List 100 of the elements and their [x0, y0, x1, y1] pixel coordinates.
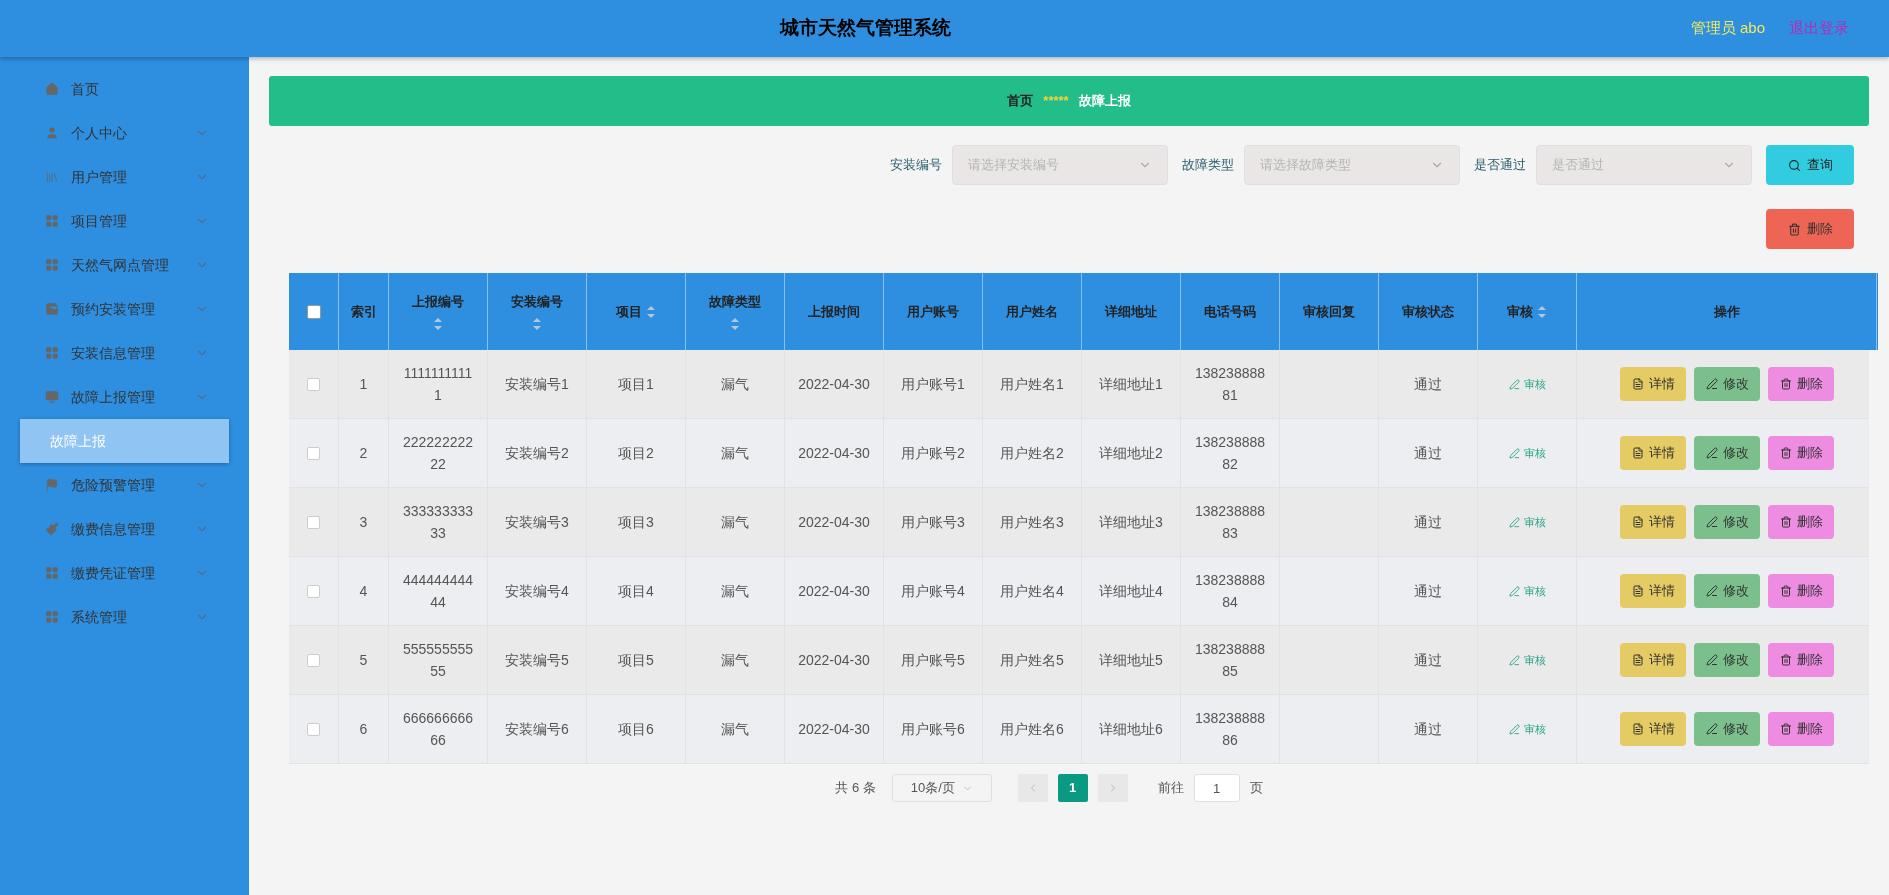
brush-icon — [45, 522, 59, 536]
row-action-button[interactable]: 删除 — [1768, 643, 1834, 677]
row-action-button[interactable]: 删除 — [1768, 712, 1834, 746]
sidebar-item[interactable]: 首页 — [0, 67, 249, 111]
search-button[interactable]: 查询 — [1766, 145, 1854, 185]
row-checkbox[interactable] — [307, 377, 320, 391]
sidebar-item[interactable]: 项目管理 — [0, 199, 249, 243]
app-title: 城市天然气管理系统 — [779, 16, 951, 41]
table-row[interactable]: 4 44444444444 安装编号4 项目4 漏气 2022-04-30 用户账号4 用户姓名4 详细地址4 13823888884 通过 审核 详情 修改 删除 — [289, 557, 1869, 626]
filter-label: 安装编号 — [890, 156, 942, 175]
table-cell-text: 详细地址6 — [1099, 720, 1163, 739]
table-cell-text: 项目3 — [618, 513, 654, 532]
next-page-button[interactable] — [1097, 774, 1128, 802]
delete-button[interactable]: 删除 — [1766, 209, 1854, 249]
prev-page-button[interactable] — [1017, 774, 1048, 802]
row-action-button[interactable]: 删除 — [1768, 574, 1834, 608]
sidebar-item[interactable]: 安装信息管理 — [0, 331, 249, 375]
sidebar-item[interactable]: 天然气网点管理 — [0, 243, 249, 287]
table-row[interactable]: 5 55555555555 安装编号5 项目5 漏气 2022-04-30 用户账号5 用户姓名5 详细地址5 13823888885 通过 审核 详情 修改 删除 — [289, 626, 1869, 695]
table-cell-text: 6 — [359, 720, 368, 739]
row-action-button[interactable]: 修改 — [1694, 574, 1760, 608]
sort-icon[interactable] — [532, 317, 542, 332]
row-action-button[interactable]: 详情 — [1620, 505, 1686, 539]
table-cell-text: 项目6 — [618, 720, 654, 739]
sort-icon[interactable] — [433, 317, 443, 332]
trash-icon — [1779, 723, 1792, 735]
row-action-button[interactable]: 修改 — [1694, 712, 1760, 746]
column-header: 审核回复 — [1303, 302, 1355, 321]
table-cell-text: 66666666666 — [402, 709, 474, 750]
row-checkbox[interactable] — [307, 584, 320, 598]
table-cell-text: 1 — [359, 375, 368, 394]
table-cell-text: 用户账号1 — [901, 375, 965, 394]
breadcrumb-home[interactable]: 首页 — [1007, 91, 1034, 111]
row-checkbox[interactable] — [307, 653, 320, 667]
sidebar-item[interactable]: 预约安装管理 — [0, 287, 249, 331]
row-checkbox[interactable] — [307, 446, 320, 460]
trash-icon — [1779, 516, 1792, 528]
table-cell-text: 4 — [359, 582, 368, 601]
table-cell-text: 13823888883 — [1194, 502, 1266, 543]
select-all-checkbox[interactable] — [306, 304, 321, 319]
document-icon — [1631, 378, 1644, 390]
table-cell-text: 13823888884 — [1194, 571, 1266, 612]
table-cell-text: 22222222222 — [402, 433, 474, 474]
row-action-button[interactable]: 删除 — [1768, 436, 1834, 470]
row-action-button[interactable]: 修改 — [1694, 367, 1760, 401]
table-cell-text: 详细地址1 — [1099, 375, 1163, 394]
sidebar-item[interactable]: 用户管理 — [0, 155, 249, 199]
table-cell-text: 安装编号4 — [505, 582, 569, 601]
table-cell-text: 用户账号4 — [901, 582, 965, 601]
pencil-icon — [1508, 378, 1520, 390]
pencil-icon — [1705, 378, 1718, 390]
sidebar-item[interactable]: 危险预警管理 — [0, 463, 249, 507]
column-header: 电话号码 — [1204, 302, 1256, 321]
row-action-button[interactable]: 修改 — [1694, 643, 1760, 677]
row-action-button[interactable]: 详情 — [1620, 643, 1686, 677]
grid-icon — [45, 258, 59, 272]
table-cell-text: 通过 — [1414, 720, 1442, 739]
sort-icon[interactable] — [646, 304, 656, 319]
row-checkbox[interactable] — [307, 515, 320, 529]
table-cell-text: 漏气 — [721, 444, 749, 463]
sidebar-item[interactable]: 缴费信息管理 — [0, 507, 249, 551]
sidebar-item[interactable]: 系统管理 — [0, 595, 249, 639]
row-action-button[interactable]: 详情 — [1620, 436, 1686, 470]
goto-page-field[interactable]: 1 — [1193, 774, 1240, 802]
sidebar-item[interactable]: 个人中心 — [0, 111, 249, 155]
row-checkbox[interactable] — [307, 722, 320, 736]
table-row[interactable]: 6 66666666666 安装编号6 项目6 漏气 2022-04-30 用户账号6 用户姓名6 详细地址6 13823888886 通过 审核 详情 修改 删除 — [289, 695, 1869, 764]
books-icon — [45, 170, 59, 184]
row-action-button[interactable]: 删除 — [1768, 505, 1834, 539]
sidebar-item[interactable]: 缴费凭证管理 — [0, 551, 249, 595]
filter-label: 故障类型 — [1182, 156, 1234, 175]
sort-icon[interactable] — [730, 317, 740, 332]
page-button[interactable]: 1 — [1057, 774, 1088, 802]
table-cell-text: 通过 — [1414, 375, 1442, 394]
monitor-icon — [45, 390, 59, 404]
column-header: 故障类型 — [709, 292, 761, 311]
table-cell-text: 通过 — [1414, 444, 1442, 463]
goto-label: 前往 — [1157, 779, 1184, 798]
table-cell-text: 13823888885 — [1194, 640, 1266, 681]
table-row[interactable]: 2 22222222222 安装编号2 项目2 漏气 2022-04-30 用户账号2 用户姓名2 详细地址2 13823888882 通过 审核 详情 修改 删除 — [289, 419, 1869, 488]
page-size-select[interactable]: 10条/页 — [891, 774, 992, 802]
row-action-button[interactable]: 详情 — [1620, 712, 1686, 746]
table-cell-text: 详细地址3 — [1099, 513, 1163, 532]
column-header: 详细地址 — [1105, 302, 1157, 321]
row-action-button[interactable]: 修改 — [1694, 436, 1760, 470]
table-row[interactable]: 1 11111111111 安装编号1 项目1 漏气 2022-04-30 用户账号1 用户姓名1 详细地址1 13823888881 通过 审核 详情 修改 删除 — [289, 350, 1869, 419]
table-cell-text: 44444444444 — [402, 571, 474, 612]
row-action-button[interactable]: 详情 — [1620, 574, 1686, 608]
pencil-icon — [1705, 723, 1718, 735]
table-cell-text: 2022-04-30 — [798, 651, 870, 670]
sidebar-item[interactable]: 故障上报管理 — [0, 375, 249, 419]
row-action-button[interactable]: 删除 — [1768, 367, 1834, 401]
row-action-button[interactable]: 修改 — [1694, 505, 1760, 539]
table-cell-text: 安装编号3 — [505, 513, 569, 532]
table-row[interactable]: 3 33333333333 安装编号3 项目3 漏气 2022-04-30 用户账号3 用户姓名3 详细地址3 13823888883 通过 审核 详情 修改 删除 — [289, 488, 1869, 557]
sort-icon[interactable] — [1537, 304, 1547, 319]
trash-icon — [1779, 447, 1792, 459]
row-action-button[interactable]: 详情 — [1620, 367, 1686, 401]
table-cell-text: 通过 — [1414, 582, 1442, 601]
table-cell-text: 3 — [359, 513, 368, 532]
